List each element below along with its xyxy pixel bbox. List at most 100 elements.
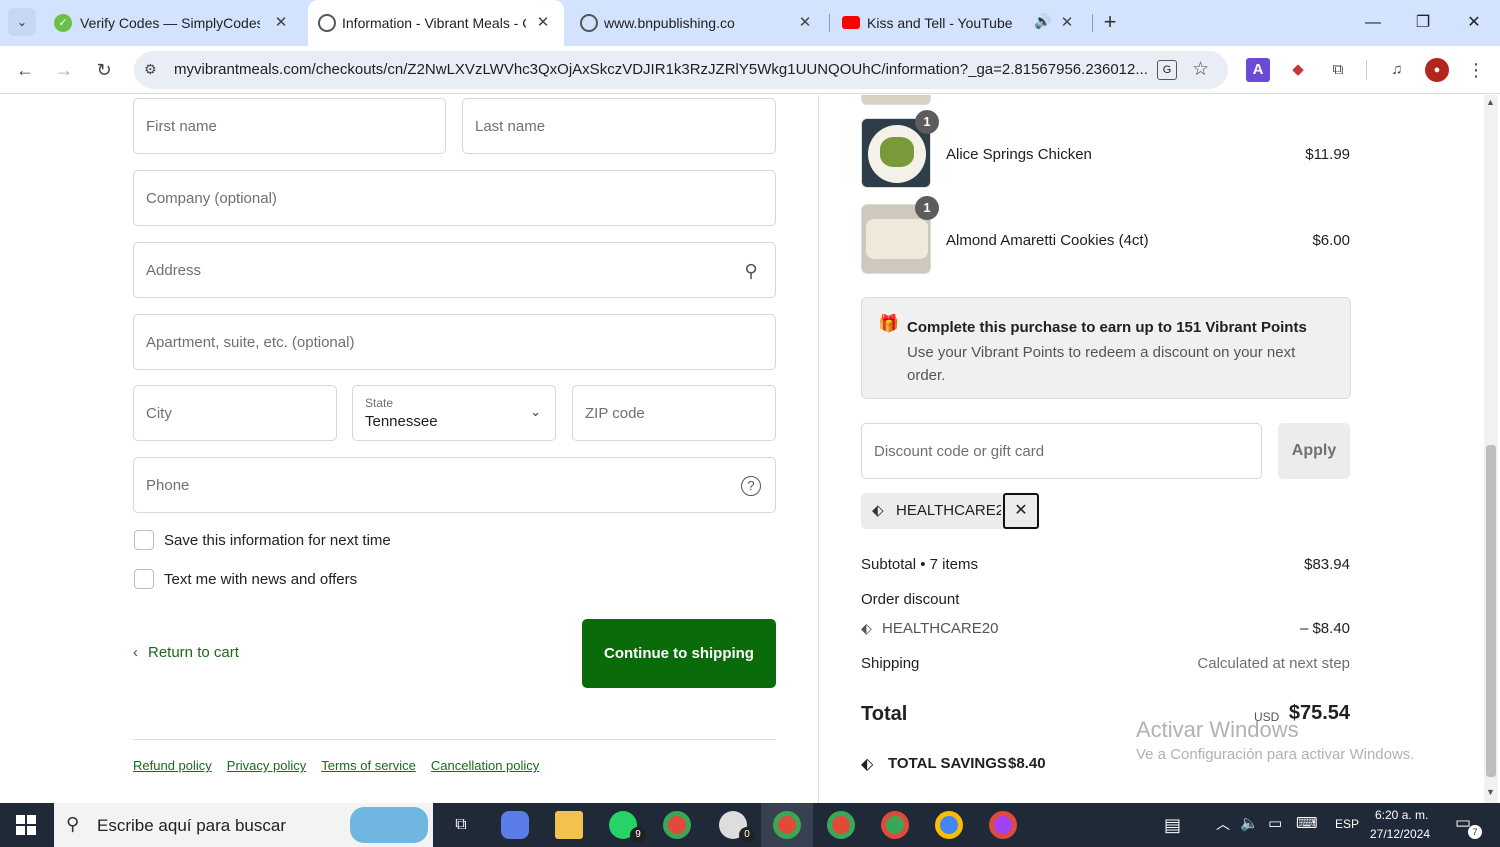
apartment-field[interactable]: Apartment, suite, etc. (optional) (133, 314, 776, 370)
file-explorer-icon[interactable] (555, 811, 583, 839)
scroll-down-icon[interactable]: ▼ (1486, 787, 1495, 797)
close-tab-icon[interactable]: ✕ (534, 14, 552, 32)
tab-search-icon[interactable]: ⌄ (8, 8, 36, 36)
extension-shield-icon[interactable]: ◆ (1286, 58, 1310, 82)
search-icon: ⚲ (744, 261, 758, 281)
extension-a-icon[interactable]: A (1246, 58, 1270, 82)
language-indicator[interactable]: ESP (1335, 817, 1359, 831)
menu-kebab-icon[interactable]: ⋮ (1464, 58, 1488, 82)
whatsapp-badge: 9 (630, 827, 646, 843)
chrome-profile-icon[interactable] (935, 811, 963, 839)
forward-icon[interactable]: → (49, 55, 79, 85)
chevron-left-icon: ‹ (133, 644, 138, 661)
tray-chevron-icon[interactable]: ︿ (1216, 814, 1230, 834)
site-info-icon[interactable]: ⚙ (144, 61, 157, 78)
help-icon[interactable]: ? (741, 476, 761, 496)
tab-youtube[interactable]: Kiss and Tell - YouTube 🔊 ✕ (832, 0, 1088, 46)
cancellation-policy-link[interactable]: Cancellation policy (431, 758, 539, 773)
company-field[interactable]: Company (optional) (133, 170, 776, 226)
address-field[interactable]: Address ⚲ (133, 242, 776, 298)
privacy-policy-link[interactable]: Privacy policy (227, 758, 306, 773)
close-window-icon[interactable]: ✕ (1459, 8, 1489, 38)
chrome-profile-icon[interactable] (773, 811, 801, 839)
state-label: State (365, 396, 394, 410)
close-tab-icon[interactable]: ✕ (1058, 14, 1076, 32)
url-text[interactable]: myvibrantmeals.com/checkouts/cn/Z2NwLXVz… (174, 61, 1149, 78)
chrome-profile-icon[interactable] (881, 811, 909, 839)
profile-avatar-icon[interactable]: ● (1425, 58, 1449, 82)
tab-title: www.bnpublishing.co (604, 15, 735, 31)
media-control-icon[interactable]: ♫ (1385, 58, 1409, 82)
clock-time[interactable]: 6:20 a. m. (1375, 808, 1428, 822)
savings-label: TOTAL SAVINGS (888, 755, 1007, 772)
network-icon[interactable]: ▭ (1268, 814, 1282, 832)
windows-taskbar: ⚲ Escribe aquí para buscar ⧉ 9 0 ▤ ︿ 🔈 ▭… (0, 803, 1500, 847)
activate-windows-body: Ve a Configuración para activar Windows. (1136, 746, 1415, 763)
close-tab-icon[interactable]: ✕ (272, 14, 290, 32)
city-field[interactable]: City (133, 385, 337, 441)
apply-button[interactable]: Apply (1278, 423, 1350, 479)
scroll-up-icon[interactable]: ▲ (1486, 97, 1495, 107)
translate-icon[interactable]: G (1157, 60, 1177, 80)
return-to-cart-link[interactable]: ‹ Return to cart (133, 644, 239, 661)
scrollbar-track[interactable]: ▲ ▼ (1484, 95, 1498, 803)
continue-to-shipping-button[interactable]: Continue to shipping (582, 619, 776, 688)
quantity-badge: 1 (915, 196, 939, 220)
back-icon[interactable]: ← (10, 55, 40, 85)
bookmark-star-icon[interactable]: ☆ (1192, 58, 1209, 81)
remove-code-button[interactable]: ✕ (1003, 493, 1039, 529)
close-tab-icon[interactable]: ✕ (796, 14, 814, 32)
task-view-icon[interactable]: ⧉ (447, 811, 475, 839)
text-me-checkbox[interactable] (134, 569, 154, 589)
tab-title: Kiss and Tell - YouTube (867, 15, 1013, 31)
tag-icon: ⬖ (872, 502, 884, 519)
chrome-profile-icon[interactable] (989, 811, 1017, 839)
chrome-icon[interactable] (663, 811, 691, 839)
minimize-icon[interactable]: — (1358, 8, 1388, 38)
extensions-puzzle-icon[interactable]: ⧉ (1326, 58, 1350, 82)
clock-date[interactable]: 27/12/2024 (1370, 827, 1430, 841)
tab-bnpublishing[interactable]: www.bnpublishing.co ✕ (570, 0, 826, 46)
save-info-checkbox[interactable] (134, 530, 154, 550)
subtotal-label: Subtotal • 7 items (861, 556, 978, 573)
windows-start-icon[interactable] (16, 815, 36, 835)
speaker-icon[interactable]: 🔊 (1034, 13, 1051, 30)
item-name: Alice Springs Chicken (946, 146, 1092, 163)
state-select[interactable]: State Tennessee ⌄ (352, 385, 556, 441)
state-value: Tennessee (365, 413, 438, 430)
scrollbar-thumb[interactable] (1486, 445, 1496, 777)
address-bar[interactable]: ⚙ myvibrantmeals.com/checkouts/cn/Z2NwLX… (134, 51, 1228, 89)
discount-code-label: HEALTHCARE20 (882, 620, 999, 637)
tab-simplycodes[interactable]: ✓ Verify Codes — SimplyCodes ✕ (44, 0, 302, 46)
reload-icon[interactable]: ↻ (89, 55, 119, 85)
news-widget-icon[interactable]: ▤ (1164, 815, 1181, 836)
city-placeholder: City (146, 405, 172, 422)
phone-field[interactable]: Phone ? (133, 457, 776, 513)
shipping-value: Calculated at next step (1197, 655, 1350, 672)
zip-field[interactable]: ZIP code (572, 385, 776, 441)
browser-toolbar: ← → ↻ ⚙ myvibrantmeals.com/checkouts/cn/… (0, 46, 1500, 94)
new-tab-button[interactable]: + (1098, 10, 1122, 34)
last-name-field[interactable]: Last name (462, 98, 776, 154)
last-name-placeholder: Last name (475, 118, 546, 135)
text-me-label: Text me with news and offers (164, 571, 358, 588)
refund-policy-link[interactable]: Refund policy (133, 758, 212, 773)
search-icon: ⚲ (66, 814, 80, 834)
first-name-field[interactable]: First name (133, 98, 446, 154)
company-placeholder: Company (optional) (146, 190, 277, 207)
copilot-icon[interactable] (501, 811, 529, 839)
save-info-label: Save this information for next time (164, 532, 391, 549)
terms-of-service-link[interactable]: Terms of service (321, 758, 416, 773)
taskbar-search-box[interactable]: ⚲ Escribe aquí para buscar (54, 803, 433, 847)
total-label: Total (861, 703, 908, 725)
restore-icon[interactable]: ❐ (1408, 8, 1438, 38)
points-body: Use your Vibrant Points to redeem a disc… (907, 344, 1296, 384)
chevron-down-icon: ⌄ (530, 404, 541, 419)
volume-icon[interactable]: 🔈 (1240, 814, 1259, 832)
discount-code-input[interactable]: Discount code or gift card (861, 423, 1262, 479)
keyboard-icon[interactable]: ⌨ (1296, 814, 1318, 832)
tab-vibrant-meals[interactable]: Information - Vibrant Meals - C ✕ (308, 0, 564, 46)
zip-placeholder: ZIP code (585, 405, 645, 422)
chrome-profile-icon[interactable] (827, 811, 855, 839)
return-to-cart-label: Return to cart (148, 644, 239, 661)
